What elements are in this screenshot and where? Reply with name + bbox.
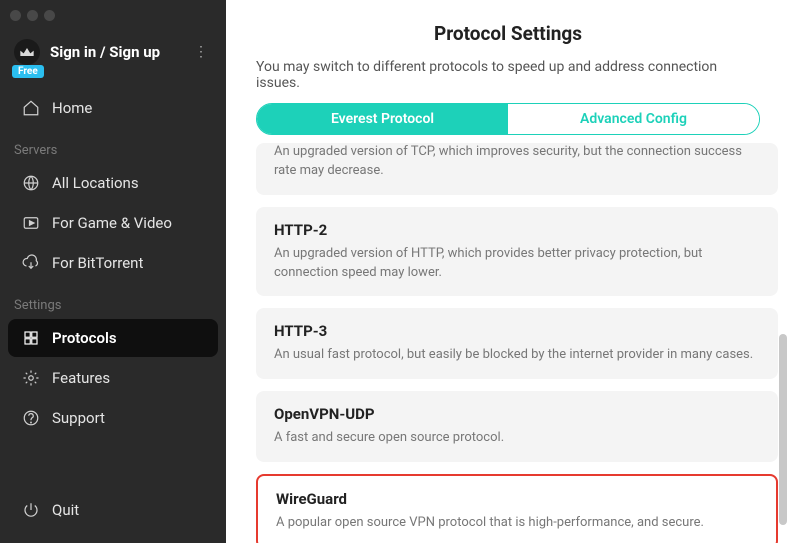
protocols-icon [22, 329, 40, 347]
sidebar-item-label: Support [52, 409, 105, 427]
protocol-name: OpenVPN-UDP [274, 405, 760, 423]
power-icon [22, 501, 40, 519]
signin-label: Sign in / Sign up [50, 43, 180, 61]
more-icon[interactable]: ⋮ [190, 40, 212, 64]
protocol-desc: A fast and secure open source protocol. [274, 429, 760, 448]
sidebar-item-label: Features [52, 369, 110, 387]
play-icon [22, 214, 40, 232]
sidebar-item-label: All Locations [52, 174, 139, 192]
protocol-desc: An upgraded version of HTTP, which provi… [274, 245, 760, 283]
sidebar-item-support[interactable]: Support [8, 399, 218, 437]
avatar [14, 39, 40, 65]
protocol-desc: A popular open source VPN protocol that … [276, 514, 758, 533]
protocol-card-http2[interactable]: HTTP-2 An upgraded version of HTTP, whic… [256, 207, 778, 297]
help-icon [22, 409, 40, 427]
window-controls [0, 0, 226, 31]
home-icon [22, 99, 40, 117]
protocol-desc: An usual fast protocol, but easily be bl… [274, 346, 760, 365]
plan-badge: Free [12, 65, 44, 78]
min-dot[interactable] [27, 10, 38, 21]
scrollbar-track[interactable] [779, 135, 787, 533]
protocol-name: WireGuard [276, 490, 758, 508]
protocol-list[interactable]: An upgraded version of TCP, which improv… [226, 143, 784, 543]
sidebar-item-home[interactable]: Home [8, 89, 218, 127]
sidebar: Sign in / Sign up ⋮ Free Home Servers Al… [0, 0, 226, 543]
sidebar-item-bittorrent[interactable]: For BitTorrent [8, 244, 218, 282]
protocol-card-wireguard[interactable]: WireGuard A popular open source VPN prot… [256, 474, 778, 543]
page-subtitle: You may switch to different protocols to… [226, 59, 790, 103]
max-dot[interactable] [44, 10, 55, 21]
protocol-card-http3[interactable]: HTTP-3 An usual fast protocol, but easil… [256, 308, 778, 379]
sidebar-item-label: For Game & Video [52, 214, 172, 232]
globe-icon [22, 174, 40, 192]
page-title: Protocol Settings [226, 0, 790, 59]
tab-everest[interactable]: Everest Protocol [257, 104, 508, 134]
main-panel: Protocol Settings You may switch to diff… [226, 0, 790, 543]
gear-icon [22, 369, 40, 387]
section-settings: Settings [0, 284, 226, 317]
download-cloud-icon [22, 254, 40, 272]
sidebar-item-label: Protocols [52, 329, 117, 347]
close-dot[interactable] [10, 10, 21, 21]
protocol-name: HTTP-2 [274, 221, 760, 239]
sidebar-item-all-locations[interactable]: All Locations [8, 164, 218, 202]
scrollbar-thumb[interactable] [779, 334, 787, 525]
sidebar-item-label: Home [52, 99, 92, 117]
protocol-card[interactable]: An upgraded version of TCP, which improv… [256, 143, 778, 195]
sidebar-item-label: For BitTorrent [52, 254, 143, 272]
user-row[interactable]: Sign in / Sign up ⋮ Free [0, 31, 226, 69]
sidebar-item-features[interactable]: Features [8, 359, 218, 397]
protocol-name: HTTP-3 [274, 322, 760, 340]
sidebar-item-game-video[interactable]: For Game & Video [8, 204, 218, 242]
sidebar-item-label: Quit [52, 501, 79, 519]
section-servers: Servers [0, 129, 226, 162]
protocol-card-openvpn[interactable]: OpenVPN-UDP A fast and secure open sourc… [256, 391, 778, 462]
sidebar-item-quit[interactable]: Quit [8, 491, 218, 529]
tab-group: Everest Protocol Advanced Config [256, 103, 760, 135]
sidebar-item-protocols[interactable]: Protocols [8, 319, 218, 357]
protocol-desc: An upgraded version of TCP, which improv… [274, 143, 760, 181]
tab-advanced[interactable]: Advanced Config [508, 104, 759, 134]
